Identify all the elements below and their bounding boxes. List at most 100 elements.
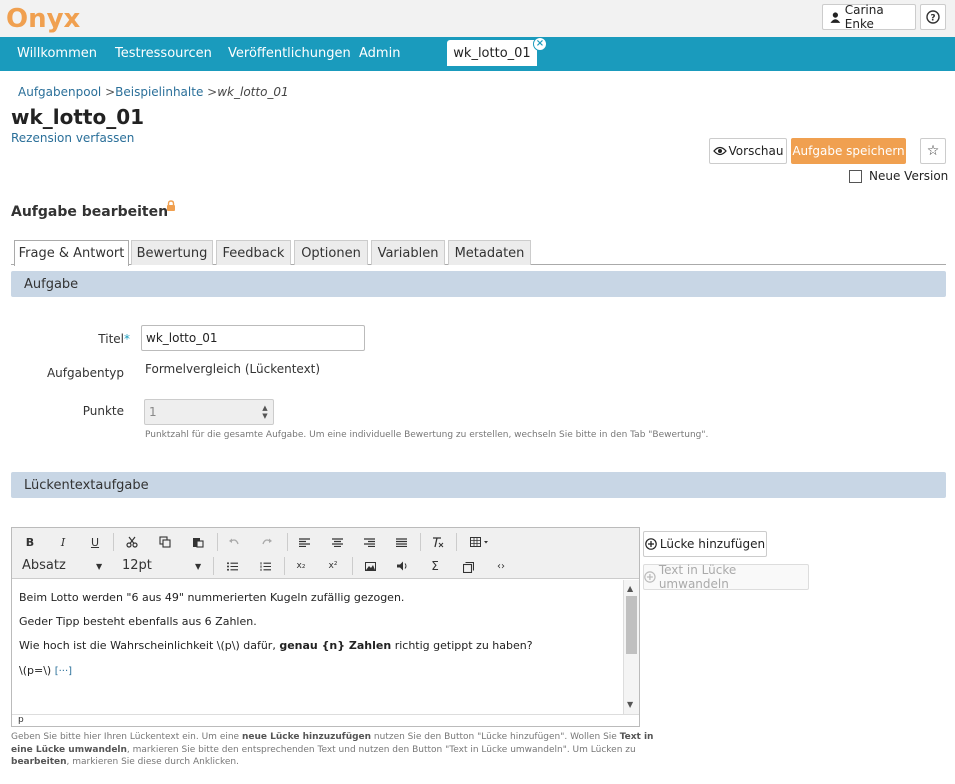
help-button[interactable]: ?	[920, 4, 946, 30]
numbered-list-icon	[260, 561, 271, 571]
help-text: , markieren Sie diese durch Anklicken.	[66, 757, 239, 767]
title-label: Titel*	[60, 332, 130, 346]
help-text: , markieren Sie bitte den entsprechenden…	[126, 744, 636, 755]
copy-button[interactable]	[155, 533, 175, 551]
top-bar: Onyx Carina Enke ?	[0, 0, 955, 37]
align-right-button[interactable]	[359, 533, 379, 551]
table-icon	[470, 537, 488, 547]
help-text-bold: bearbeiten	[11, 757, 67, 767]
font-size-select[interactable]: 12pt	[122, 558, 152, 573]
points-input: 1 ▲ ▼	[144, 399, 274, 425]
bullet-list-icon	[226, 561, 238, 571]
tab-metadaten[interactable]: Metadaten	[448, 240, 531, 265]
tab-frage-antwort[interactable]: Frage & Antwort	[14, 240, 129, 266]
plus-circle-icon	[644, 571, 656, 583]
svg-text:?: ?	[930, 14, 935, 24]
cut-button[interactable]	[122, 533, 142, 551]
clear-format-button[interactable]	[428, 533, 448, 551]
nav-item-willkommen[interactable]: Willkommen	[17, 46, 97, 61]
audio-button[interactable]	[392, 557, 412, 575]
redo-button[interactable]	[257, 533, 277, 551]
toolbar-divider	[420, 533, 421, 551]
block-button[interactable]	[458, 558, 478, 576]
breadcrumb-aufgabenpool[interactable]: Aufgabenpool	[18, 85, 101, 99]
align-left-button[interactable]	[294, 533, 314, 551]
scroll-thumb[interactable]	[626, 596, 637, 654]
tab-variablen[interactable]: Variablen	[371, 240, 445, 265]
cloze-gap-marker[interactable]: [···]	[55, 666, 72, 677]
breadcrumb-beispielinhalte[interactable]: Beispielinhalte	[115, 85, 203, 99]
convert-to-gap-label: Text in Lücke umwandeln	[658, 563, 737, 591]
toolbar-divider	[456, 533, 457, 551]
convert-to-gap-button[interactable]: Text in Lücke umwandeln	[643, 563, 809, 591]
close-tab-icon[interactable]: ×	[533, 37, 547, 51]
numbered-list-button[interactable]	[255, 557, 275, 575]
editor-toolbar: B I U Absatz ▼ 12pt ▼ x₂ x² Σ ‹›	[12, 528, 639, 579]
align-justify-button[interactable]	[391, 533, 411, 551]
user-menu-button[interactable]: Carina Enke	[822, 3, 916, 31]
tab-bewertung[interactable]: Bewertung	[131, 240, 213, 265]
bold-button[interactable]: B	[20, 533, 40, 551]
editor-content[interactable]: Beim Lotto werden "6 aus 49" nummerierte…	[12, 580, 623, 714]
formula-text: \(p=\)	[19, 663, 52, 677]
new-version-label: Neue Version	[869, 169, 949, 183]
add-gap-button[interactable]: Lücke hinzufügen	[643, 531, 767, 557]
clear-format-icon	[433, 536, 444, 547]
edit-tabs: Frage & Antwort Bewertung Feedback Optio…	[11, 240, 946, 266]
title-input[interactable]: wk_lotto_01	[141, 325, 365, 351]
title-label-text: Titel	[98, 332, 124, 346]
chevron-down-icon: ▼	[96, 562, 103, 571]
table-button[interactable]	[465, 533, 495, 551]
review-link[interactable]: Rezension verfassen	[11, 131, 134, 145]
align-center-button[interactable]	[327, 533, 347, 551]
formula-sigma-button[interactable]: Σ	[425, 557, 445, 575]
source-code-button[interactable]: ‹›	[491, 557, 511, 575]
scroll-down-icon[interactable]: ▼	[627, 700, 633, 709]
nav-item-admin[interactable]: Admin	[359, 46, 400, 61]
required-mark: *	[124, 332, 130, 346]
block-icon	[462, 561, 474, 573]
paste-button[interactable]	[188, 533, 208, 551]
breadcrumb-current: wk_lotto_01	[217, 85, 289, 99]
help-text: nutzen Sie den Button "Lücke hinzufügen"…	[371, 732, 620, 742]
star-icon[interactable]: ☆	[920, 138, 946, 164]
image-button[interactable]	[360, 557, 380, 575]
chevron-down-icon: ▼	[195, 562, 202, 571]
underline-button[interactable]: U	[85, 533, 105, 551]
editor-paragraph: Geder Tipp besteht ebenfalls aus 6 Zahle…	[19, 615, 257, 629]
bullet-list-button[interactable]	[222, 557, 242, 575]
add-gap-label: Lücke hinzufügen	[659, 537, 766, 551]
new-version-checkbox-row[interactable]: Neue Version	[849, 169, 948, 183]
editor-question: Wie hoch ist die Wahrscheinlichkeit \(p\…	[19, 639, 616, 652]
save-task-button[interactable]: Aufgabe speichern	[791, 138, 906, 164]
onyx-logo[interactable]: Onyx	[6, 3, 88, 33]
italic-button[interactable]: I	[53, 533, 73, 551]
main-nav: Willkommen Testressourcen Veröffentlichu…	[0, 37, 955, 71]
undo-button[interactable]	[224, 533, 244, 551]
points-help-text: Punktzahl für die gesamte Aufgabe. Um ei…	[145, 430, 709, 440]
breadcrumb: Aufgabenpool >Beispielinhalte >wk_lotto_…	[18, 85, 289, 99]
panel-heading-lueckentext: Lückentextaufgabe	[11, 472, 946, 498]
nav-item-testressourcen[interactable]: Testressourcen	[115, 46, 212, 61]
open-tab-wk-lotto[interactable]: wk_lotto_01	[447, 40, 537, 66]
points-value: 1	[149, 405, 157, 419]
nav-item-veroeffentlichungen[interactable]: Veröffentlichungen	[228, 46, 351, 61]
question-text-end: richtig getippt zu haben?	[391, 639, 533, 653]
panel-heading-aufgabe: Aufgabe	[11, 271, 946, 297]
redo-icon	[262, 538, 272, 545]
preview-button[interactable]: Vorschau	[709, 138, 787, 164]
toolbar-divider	[217, 533, 218, 551]
scissors-icon	[126, 536, 138, 548]
align-justify-icon	[395, 537, 407, 547]
superscript-button[interactable]: x²	[323, 557, 343, 575]
editor-help-text: Geben Sie bitte hier Ihren Lückentext ei…	[11, 731, 661, 769]
new-version-checkbox[interactable]	[849, 169, 862, 183]
speaker-icon	[396, 561, 406, 571]
scroll-up-icon[interactable]: ▲	[627, 584, 633, 593]
undo-icon	[229, 538, 239, 545]
editor-scrollbar[interactable]: ▲ ▼	[623, 580, 639, 714]
tab-optionen[interactable]: Optionen	[294, 240, 368, 265]
tab-feedback[interactable]: Feedback	[216, 240, 291, 265]
format-select[interactable]: Absatz	[22, 558, 66, 573]
subscript-button[interactable]: x₂	[291, 557, 311, 575]
